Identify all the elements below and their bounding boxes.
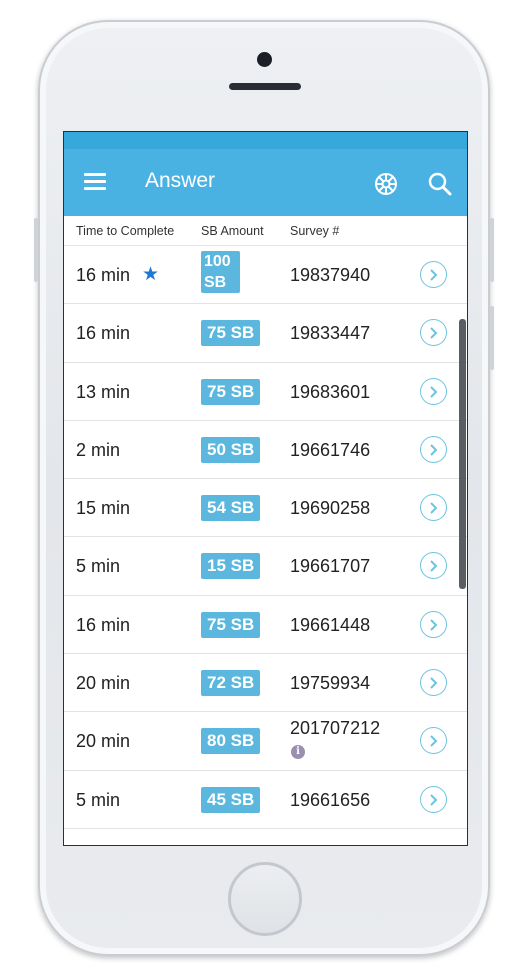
info-icon[interactable]: i [291, 745, 305, 760]
sb-amount-badge: 75 SB [201, 611, 261, 638]
sb-amount-badge: 80 SB [201, 728, 261, 755]
wheel-icon[interactable] [373, 171, 399, 197]
survey-number: 19690258 [290, 498, 371, 519]
column-header-time: Time to Complete [76, 224, 175, 238]
survey-number: 19837940 [290, 265, 371, 285]
front-camera [257, 52, 272, 67]
time-to-complete: 20 min [76, 673, 131, 694]
volume-button [34, 218, 38, 282]
table-row[interactable]: 16 min 75 SB 19661448 [64, 596, 467, 655]
chevron-right-icon[interactable] [420, 610, 447, 638]
survey-number: 19759934 [290, 673, 371, 694]
table-header: Time to Complete SB Amount Survey # [64, 216, 467, 246]
side-button-right [490, 218, 494, 282]
table-row[interactable]: 5 min 45 SB 19661656 [64, 771, 467, 829]
chevron-right-icon[interactable] [420, 494, 447, 522]
survey-number: 19661707 [290, 556, 371, 577]
survey-list: 16 min ★ 100 SB 19837940 16 min 75 SB 198… [64, 246, 467, 829]
page-title: Answer [145, 169, 216, 192]
sb-amount-badge: 72 SB [201, 670, 261, 697]
table-row[interactable]: 13 min 75 SB 19683601 [64, 363, 467, 421]
time-to-complete: 13 min [76, 381, 131, 402]
column-header-survey: Survey # [290, 224, 340, 238]
sb-amount-badge: 100 SB [201, 251, 240, 293]
survey-number: 19661656 [290, 789, 371, 810]
table-row[interactable]: 15 min 54 SB 19690258 [64, 479, 467, 538]
time-to-complete: 5 min [76, 789, 121, 810]
time-to-complete: 20 min [76, 731, 131, 752]
table-row[interactable]: 2 min 50 SB 19661746 [64, 421, 467, 480]
sb-amount-badge: 54 SB [201, 495, 261, 522]
survey-number: 19833447 [290, 323, 371, 344]
sb-amount-badge: 50 SB [201, 436, 261, 463]
chevron-right-icon[interactable] [420, 377, 447, 405]
chevron-right-icon[interactable] [420, 727, 447, 755]
survey-number: 19683601 [290, 381, 371, 402]
sb-amount-badge: 75 SB [201, 378, 261, 405]
sb-amount-badge: 75 SB [201, 320, 261, 347]
column-header-sb-amount: SB Amount [201, 224, 264, 238]
search-icon[interactable] [427, 171, 453, 197]
scrollbar[interactable] [459, 319, 466, 589]
survey-number: 19661448 [290, 614, 371, 635]
time-to-complete: 16 min [76, 614, 131, 635]
earpiece-speaker [229, 83, 301, 90]
table-row[interactable]: 20 min 72 SB 19759934 [64, 654, 467, 713]
star-icon: ★ [142, 264, 160, 285]
side-button-right-lower [490, 306, 494, 370]
survey-number: 201707212 [290, 718, 381, 739]
status-bar [64, 132, 467, 149]
app-screen: Answer Time to Complete SB Amount Survey… [63, 131, 468, 846]
app-bar: Answer [64, 149, 467, 216]
sb-amount-badge: 45 SB [201, 786, 261, 813]
time-to-complete: 2 min [76, 439, 121, 460]
survey-number: 19661746 [290, 439, 371, 460]
table-row[interactable]: 20 min 80 SB 201707212 i [64, 712, 467, 771]
home-button[interactable] [228, 862, 302, 936]
menu-icon[interactable] [84, 173, 106, 191]
table-row[interactable]: 16 min 75 SB 19833447 [64, 304, 467, 363]
time-to-complete: 15 min [76, 498, 131, 519]
chevron-right-icon[interactable] [420, 319, 447, 347]
sb-amount-badge: 15 SB [201, 553, 261, 580]
time-to-complete: 16 min [76, 323, 131, 344]
chevron-right-icon[interactable] [420, 435, 447, 463]
table-row[interactable]: 5 min 15 SB 19661707 [64, 537, 467, 596]
chevron-right-icon[interactable] [420, 261, 447, 288]
time-to-complete: 5 min [76, 556, 121, 577]
chevron-right-icon[interactable] [420, 785, 447, 813]
table-row[interactable]: 16 min ★ 100 SB 19837940 [64, 246, 467, 305]
chevron-right-icon[interactable] [420, 669, 447, 697]
time-to-complete: 16 min [76, 265, 131, 285]
chevron-right-icon[interactable] [420, 552, 447, 580]
